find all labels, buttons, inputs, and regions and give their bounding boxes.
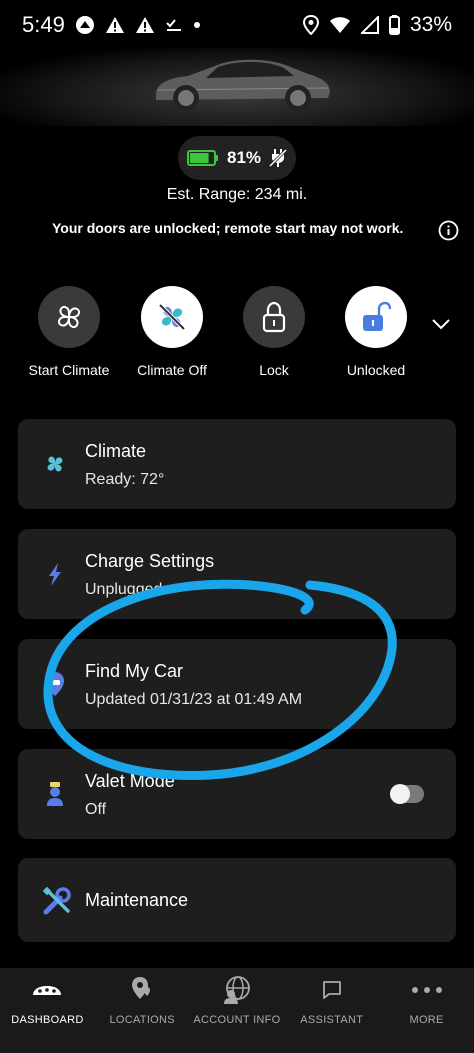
lock-button[interactable] [243, 286, 305, 348]
chevron-down-icon[interactable] [430, 316, 452, 332]
fan-icon [57, 305, 81, 329]
nav-account-info[interactable]: ACCOUNT INFO [190, 968, 285, 1053]
quick-action-start-climate[interactable]: Start Climate [17, 286, 121, 378]
valet-mode-card[interactable]: Valet Mode Off [18, 749, 456, 839]
lock-icon [262, 301, 286, 333]
nav-locations[interactable]: LOCATIONS [95, 968, 190, 1053]
fan-off-icon [158, 303, 186, 331]
climate-card[interactable]: Climate Ready: 72° [18, 419, 456, 509]
status-time: 5:49 [22, 12, 65, 37]
quick-action-climate-off[interactable]: Climate Off [120, 286, 224, 378]
card-subtitle: Off [85, 801, 107, 818]
app-icon [75, 15, 95, 35]
battery-status: 81% [178, 136, 296, 180]
nav-label: MORE [409, 1014, 444, 1026]
valet-mode-toggle[interactable] [390, 784, 424, 804]
battery-icon [388, 15, 400, 35]
unplugged-icon [269, 148, 288, 168]
bottom-nav: DASHBOARD LOCATIONS ACCOUNT INFO ASSISTA… [0, 968, 474, 1053]
nav-dashboard[interactable]: DASHBOARD [0, 968, 95, 1053]
map-pin-icon [132, 977, 151, 999]
quick-action-lock[interactable]: Lock [222, 286, 326, 378]
unlocked-button[interactable] [345, 286, 407, 348]
signal-icon [360, 16, 379, 34]
wrench-icon [42, 886, 71, 915]
climate-off-button[interactable] [141, 286, 203, 348]
card-title: Climate [85, 441, 147, 461]
more-icon [411, 987, 442, 993]
battery-level: 81% [226, 148, 262, 167]
start-climate-button[interactable] [38, 286, 100, 348]
card-title: Charge Settings [85, 551, 215, 571]
card-title: Maintenance [85, 890, 189, 910]
nav-label: ASSISTANT [300, 1014, 364, 1026]
car-icon [33, 986, 62, 995]
quick-action-label: Unlocked [346, 362, 406, 378]
door-warning: Your doors are unlocked; remote start ma… [52, 220, 404, 236]
nav-label: DASHBOARD [11, 1014, 84, 1026]
maintenance-card[interactable]: Maintenance [18, 858, 456, 942]
warning-icon [105, 16, 125, 34]
vehicle-hero [0, 48, 474, 126]
card-subtitle: Unplugged [85, 581, 163, 598]
info-icon[interactable] [438, 220, 459, 241]
find-my-car-card[interactable]: Find My Car Updated 01/31/23 at 01:49 AM [18, 639, 456, 729]
toggle-knob [390, 784, 410, 804]
dot-icon [193, 21, 201, 29]
card-title: Valet Mode [85, 771, 175, 791]
checklist-icon [165, 16, 183, 34]
fan-icon [47, 456, 63, 472]
lightning-icon [49, 563, 61, 586]
battery-percent: 33% [409, 13, 452, 36]
location-icon [302, 15, 319, 35]
status-bar: 5:49 33% [0, 0, 474, 50]
car-image [156, 59, 330, 111]
chat-icon [322, 981, 341, 999]
quick-action-unlocked[interactable]: Unlocked [324, 286, 428, 378]
warning-icon [135, 16, 155, 34]
quick-action-label: Climate Off [137, 362, 207, 378]
unlock-icon [363, 301, 391, 331]
card-subtitle: Updated 01/31/23 at 01:49 AM [85, 691, 303, 708]
est-range: Est. Range: 234 mi. [166, 186, 308, 203]
nav-label: LOCATIONS [109, 1014, 175, 1026]
quick-action-label: Start Climate [28, 362, 110, 378]
vehicle-battery-icon [186, 150, 218, 166]
nav-more[interactable]: MORE [379, 968, 474, 1053]
wifi-icon [329, 16, 351, 34]
quick-action-label: Lock [259, 362, 289, 378]
card-subtitle: Ready: 72° [85, 471, 165, 488]
valet-icon [47, 782, 63, 806]
nav-assistant[interactable]: ASSISTANT [284, 968, 379, 1053]
card-title: Find My Car [85, 661, 184, 681]
car-location-icon [46, 672, 64, 696]
nav-label: ACCOUNT INFO [193, 1014, 281, 1026]
charge-settings-card[interactable]: Charge Settings Unplugged [18, 529, 456, 619]
account-globe-icon [223, 976, 250, 1004]
